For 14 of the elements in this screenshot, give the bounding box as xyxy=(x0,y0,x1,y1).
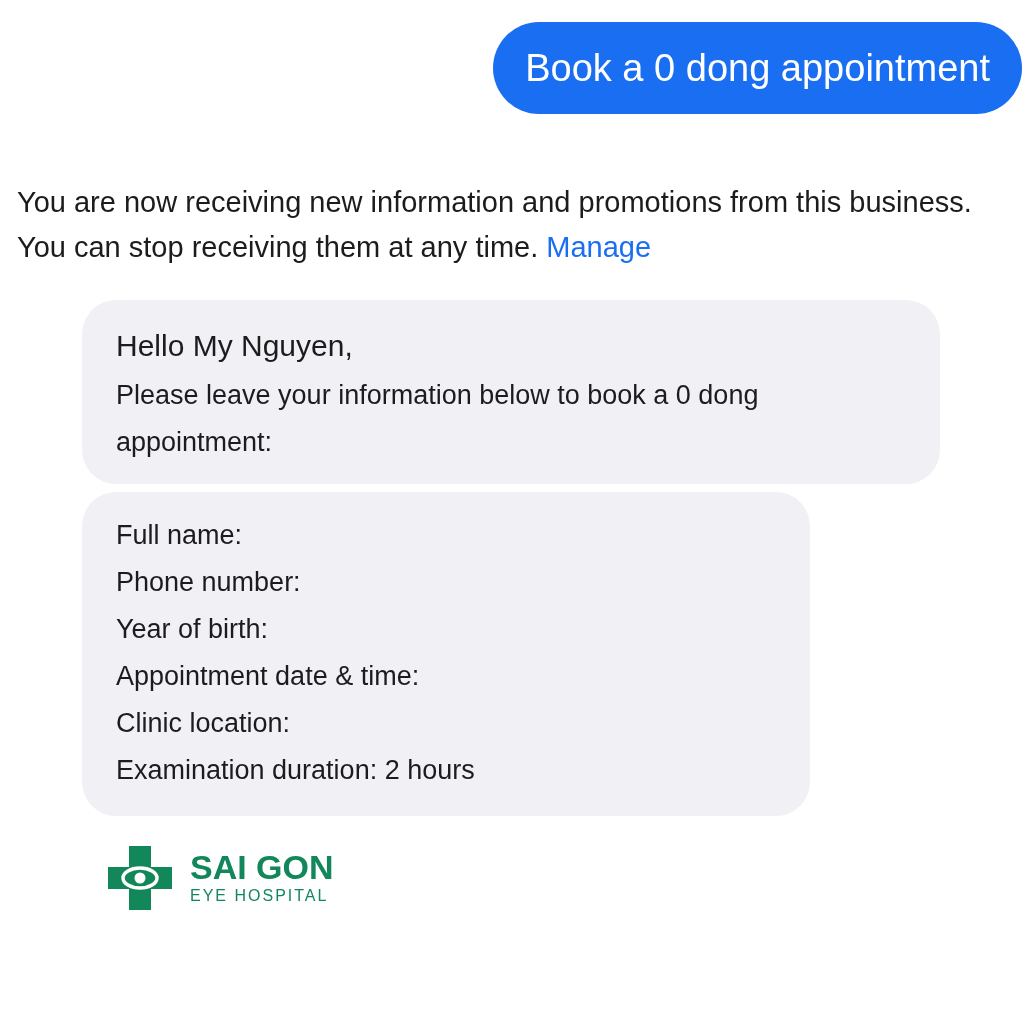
logo-subtitle: EYE HOSPITAL xyxy=(190,886,330,906)
message-text: Year of birth: xyxy=(116,613,270,646)
message-text: Appointment date & time: xyxy=(116,660,421,693)
message-text: Hello My Nguyen, xyxy=(116,328,354,364)
sent-message-bubble: Book a 0 dong appointment xyxy=(493,22,1022,114)
message-text: Examination duration: 2 hours xyxy=(116,754,476,787)
manage-link[interactable]: Manage xyxy=(546,231,652,263)
message-text: Please leave your information below to book a 0 dong appointment: xyxy=(116,379,760,459)
cross-eye-logo-icon xyxy=(108,846,172,910)
subscription-notice: You are now receiving new information and promotions from this business. You can stop receiving them at any time. Manage xyxy=(17,185,973,265)
message-text: Phone number: xyxy=(116,566,302,599)
message-text: Clinic location: xyxy=(116,707,292,740)
logo-name: SAI GON xyxy=(190,849,334,885)
message-text: Full name: xyxy=(116,519,244,552)
